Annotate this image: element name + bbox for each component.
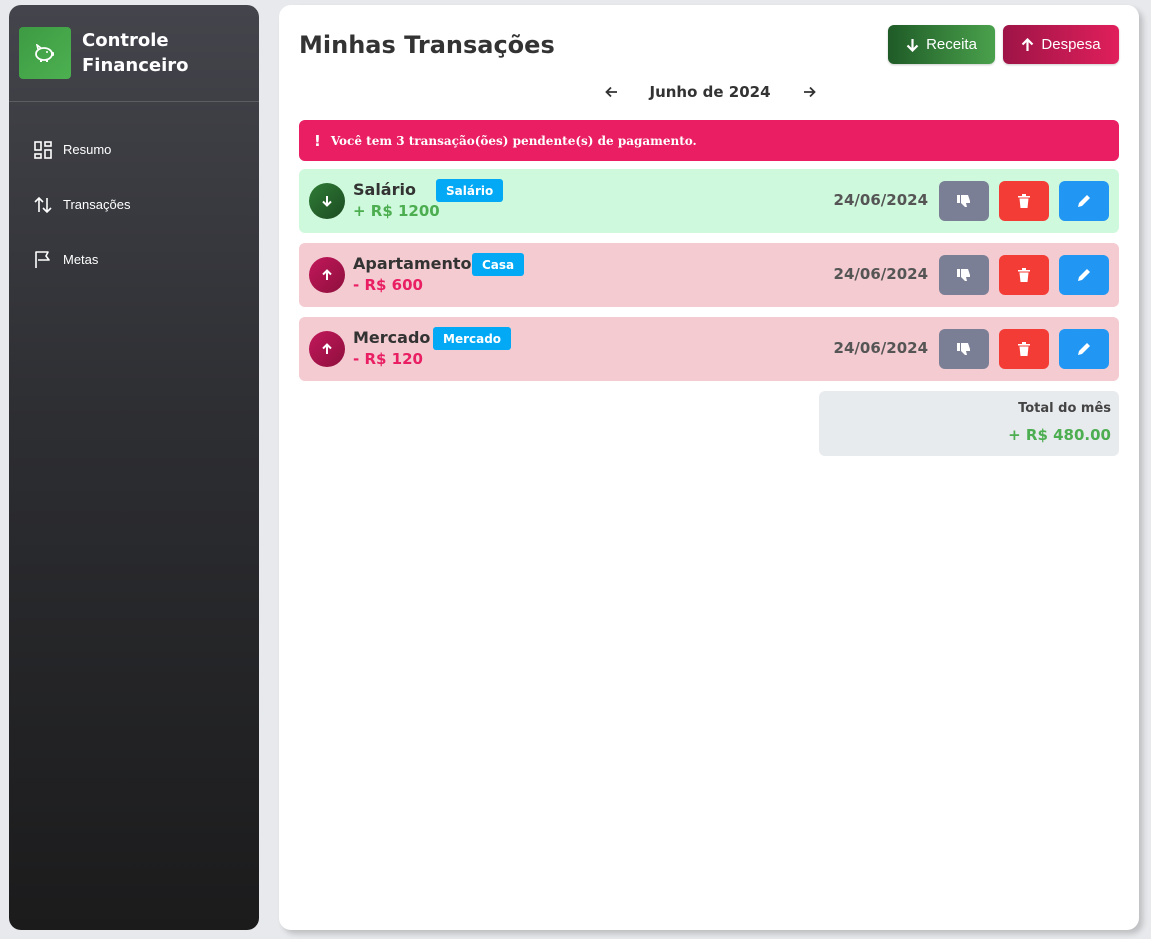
trash-icon	[1018, 194, 1030, 208]
add-despesa-button[interactable]: Despesa	[1003, 25, 1119, 64]
category-tag: Casa	[472, 253, 525, 276]
sidebar-nav: Resumo Transações Metas	[9, 102, 259, 287]
arrow-right-icon	[803, 86, 816, 98]
mark-unpaid-button[interactable]	[939, 181, 989, 221]
transaction-date: 24/06/2024	[833, 339, 928, 357]
receita-label: Receita	[926, 36, 977, 53]
sidebar-item-label: Transações	[63, 197, 131, 212]
previous-month-button[interactable]	[601, 82, 621, 102]
category-tag: Salário	[436, 179, 504, 202]
income-arrow-down-icon	[309, 183, 345, 219]
month-navigator: Junho de 2024	[601, 79, 819, 105]
edit-button[interactable]	[1059, 329, 1109, 369]
transaction-amount: - R$ 120	[353, 350, 423, 368]
swap-vertical-icon	[34, 196, 52, 213]
transaction-row: Salário Salário + R$ 1200 24/06/2024	[299, 169, 1119, 233]
expense-arrow-up-icon	[309, 257, 345, 293]
mark-unpaid-button[interactable]	[939, 329, 989, 369]
brand: Controle Financeiro	[9, 5, 259, 102]
transaction-date: 24/06/2024	[833, 191, 928, 209]
transaction-amount: + R$ 1200	[353, 202, 440, 220]
dashboard-icon	[34, 140, 52, 159]
delete-button[interactable]	[999, 329, 1049, 369]
brand-title: Controle Financeiro	[82, 30, 189, 76]
total-value: + R$ 480.00	[1008, 426, 1111, 444]
category-tag: Mercado	[433, 327, 512, 350]
thumbs-down-icon	[957, 269, 970, 281]
sidebar: Controle Financeiro Resumo Transações Me…	[9, 5, 259, 930]
mark-unpaid-button[interactable]	[939, 255, 989, 295]
next-month-button[interactable]	[799, 82, 819, 102]
transaction-name: Apartamento	[353, 254, 472, 273]
arrow-up-icon	[1022, 37, 1034, 51]
delete-button[interactable]	[999, 181, 1049, 221]
add-receita-button[interactable]: Receita	[888, 25, 995, 64]
arrow-left-icon	[604, 86, 617, 98]
month-total: Total do mês + R$ 480.00	[819, 391, 1119, 456]
alert-text: Você tem 3 transação(ões) pendente(s) de…	[330, 133, 697, 148]
main-panel: Minhas Transações Receita Despesa Junho …	[279, 5, 1139, 930]
pencil-icon	[1078, 195, 1090, 207]
transaction-row: Mercado Mercado - R$ 120 24/06/2024	[299, 317, 1119, 381]
total-label: Total do mês	[1018, 401, 1111, 416]
transaction-row: Apartamento Casa - R$ 600 24/06/2024	[299, 243, 1119, 307]
sidebar-item-metas[interactable]: Metas	[9, 232, 259, 287]
trash-icon	[1018, 268, 1030, 282]
transaction-date: 24/06/2024	[833, 265, 928, 283]
edit-button[interactable]	[1059, 255, 1109, 295]
piggy-bank-icon	[19, 27, 71, 79]
sidebar-item-label: Resumo	[63, 142, 112, 157]
transaction-amount: - R$ 600	[353, 276, 423, 294]
sidebar-item-transacoes[interactable]: Transações	[9, 177, 259, 232]
flag-icon	[35, 250, 50, 268]
transaction-name: Salário	[353, 180, 416, 199]
edit-button[interactable]	[1059, 181, 1109, 221]
delete-button[interactable]	[999, 255, 1049, 295]
thumbs-down-icon	[957, 343, 970, 355]
pencil-icon	[1078, 269, 1090, 281]
despesa-label: Despesa	[1041, 36, 1101, 53]
expense-arrow-up-icon	[309, 331, 345, 367]
page-title: Minhas Transações	[299, 31, 555, 59]
trash-icon	[1018, 342, 1030, 356]
exclamation-icon: !	[314, 131, 321, 150]
month-label: Junho de 2024	[649, 83, 771, 101]
sidebar-item-resumo[interactable]: Resumo	[9, 122, 259, 177]
pencil-icon	[1078, 343, 1090, 355]
pending-alert: ! Você tem 3 transação(ões) pendente(s) …	[299, 120, 1119, 161]
thumbs-down-icon	[957, 195, 970, 207]
sidebar-item-label: Metas	[63, 252, 99, 267]
transaction-name: Mercado	[353, 328, 431, 347]
arrow-down-icon	[906, 38, 919, 52]
